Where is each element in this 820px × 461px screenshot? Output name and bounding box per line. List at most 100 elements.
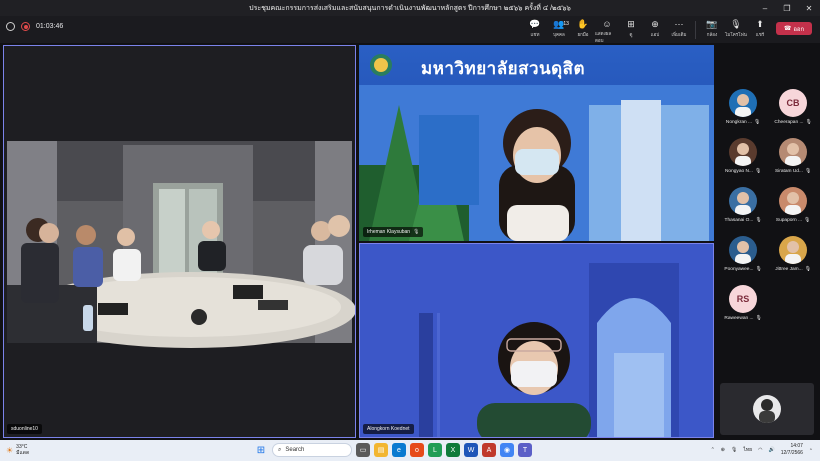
mic-button[interactable]: 🎙 ไมโครโฟน bbox=[724, 19, 748, 41]
participant-thumbnail-name: Jittree Jam... bbox=[775, 267, 803, 272]
people-icon: 👥 13 bbox=[553, 19, 569, 29]
share-icon: ⬆ bbox=[756, 19, 764, 29]
task-view-icon[interactable]: ▭ bbox=[356, 443, 370, 457]
line-icon[interactable]: L bbox=[428, 443, 442, 457]
raise-hand-icon: ✋ bbox=[577, 19, 589, 29]
participant-thumbnail-name: Supaporn ... bbox=[775, 218, 803, 223]
share-button[interactable]: ⬆ แชร์ bbox=[748, 19, 772, 41]
leave-button[interactable]: ☎ ออก bbox=[776, 22, 812, 35]
toolbar-separator bbox=[695, 21, 696, 39]
participant-avatar: CB bbox=[779, 89, 807, 117]
more-icon: ⋯ bbox=[674, 19, 684, 29]
participant-avatar bbox=[729, 89, 757, 117]
system-tray: ⌃ ⊕ 🎙 ไทย ◠ 🔊 14:07 12/7/2566 ◔ bbox=[711, 443, 812, 457]
chrome-icon[interactable]: ◉ bbox=[500, 443, 514, 457]
notification-icon[interactable]: ◔ bbox=[809, 447, 812, 453]
people-button[interactable]: 👥 13 บุคคล bbox=[547, 19, 571, 41]
close-button[interactable]: ✕ bbox=[798, 0, 820, 16]
video-tile-speaker-2[interactable]: Alongkorn Koednet bbox=[359, 243, 714, 438]
window-titlebar: ประชุมคณะกรรมการส่งเสริมและสนับสนุนการดำ… bbox=[0, 0, 820, 16]
participant-name-tag: sduonline10 bbox=[7, 424, 42, 434]
network-icon[interactable]: ⊕ bbox=[721, 447, 725, 453]
participant-thumbnail-label: Supaporn ... 🎙 bbox=[776, 218, 810, 223]
shield-icon[interactable] bbox=[6, 22, 15, 31]
toolbar-button-label: แอป bbox=[650, 32, 660, 37]
clock-time: 14:07 bbox=[790, 443, 803, 449]
meeting-toolbar: 01:03:46 💬 แชท 👥 13 บุคคล ✋ ยกมือ ☺ แสดงผลตอบ ⊞ ดู… bbox=[0, 16, 820, 43]
mic-off-icon: 🎙 bbox=[755, 218, 762, 223]
maximize-button[interactable]: ❐ bbox=[776, 0, 798, 16]
meeting-timer: 01:03:46 bbox=[36, 23, 64, 30]
chevron-up-icon[interactable]: ⌃ bbox=[711, 447, 715, 453]
participant-name: Alongkorn Koednet bbox=[367, 426, 410, 432]
participant-thumbnail[interactable]: Siratam Ud... 🎙 bbox=[768, 138, 818, 186]
participant-thumbnail-name: Nongyao N... bbox=[724, 169, 753, 174]
participant-thumbnail[interactable]: Poonyawee... 🎙 bbox=[718, 236, 768, 284]
video-stage: sduonline10 มหาวิทยาลัยสวนดุสิต Irheman … bbox=[0, 43, 820, 440]
self-view-tile[interactable] bbox=[720, 383, 814, 435]
participant-name: Irheman Klaysuban bbox=[367, 229, 411, 235]
sun-icon: ☀ bbox=[6, 445, 14, 455]
participant-avatar bbox=[729, 138, 757, 166]
apps-button[interactable]: ⊕ แอป bbox=[643, 19, 667, 41]
office-icon[interactable]: o bbox=[410, 443, 424, 457]
participant-avatar bbox=[729, 236, 757, 264]
mic-off-icon: 🎙 bbox=[755, 267, 762, 272]
university-banner: มหาวิทยาลัยสวนดุสิต bbox=[421, 59, 586, 78]
word-icon[interactable]: W bbox=[464, 443, 478, 457]
pdf-icon[interactable]: A bbox=[482, 443, 496, 457]
participant-thumbnail-name: Cheerapan ... bbox=[774, 120, 804, 125]
view-icon: ⊞ bbox=[627, 19, 635, 29]
participant-thumbnail-name: Poonyawee... bbox=[724, 267, 754, 272]
mic-off-icon: 🎙 bbox=[754, 120, 761, 125]
participant-thumbnail-label: Nongkran ... 🎙 bbox=[726, 120, 760, 125]
mic-off-icon: 🎙 bbox=[804, 218, 811, 223]
participant-thumbnail[interactable]: Nongkran ... 🎙 bbox=[718, 89, 768, 137]
participant-thumbnail-label: Poonyawee... 🎙 bbox=[724, 267, 761, 272]
minimize-button[interactable]: – bbox=[754, 0, 776, 16]
recording-icon bbox=[21, 22, 30, 31]
participant-thumbnail[interactable]: CB Cheerapan ... 🎙 bbox=[768, 89, 818, 137]
view-button[interactable]: ⊞ ดู bbox=[619, 19, 643, 41]
toolbar-button-label: ดู bbox=[629, 32, 633, 37]
chat-button[interactable]: 💬 แชท bbox=[523, 19, 547, 41]
leave-label: ออก bbox=[793, 26, 805, 33]
wifi-icon[interactable]: ◠ bbox=[758, 447, 762, 453]
camera-button[interactable]: 📷 กล้อง bbox=[700, 19, 724, 41]
weather-desc: มีแดด bbox=[16, 450, 30, 456]
start-icon[interactable]: ⊞ bbox=[254, 443, 268, 457]
participant-thumbnail[interactable]: Nongyao N... 🎙 bbox=[718, 138, 768, 186]
search-icon: ⌕ bbox=[278, 446, 282, 453]
more-button[interactable]: ⋯ เพิ่มเติม bbox=[667, 19, 691, 41]
video-tile-room[interactable]: sduonline10 bbox=[3, 45, 356, 438]
raise-hand-button[interactable]: ✋ ยกมือ bbox=[571, 19, 595, 41]
toolbar-button-label: แชท bbox=[530, 32, 540, 37]
volume-icon[interactable]: 🔊 bbox=[768, 447, 774, 453]
language-indicator[interactable]: ไทย bbox=[743, 446, 752, 454]
mic-off-icon: 🎙 bbox=[804, 267, 811, 272]
toolbar-button-label: ยกมือ bbox=[577, 32, 589, 37]
search-placeholder: Search bbox=[285, 447, 305, 453]
toolbar-button-label: แชร์ bbox=[755, 32, 765, 37]
participant-thumbnail[interactable]: Jittree Jam... 🎙 bbox=[768, 236, 818, 284]
edge-icon[interactable]: e bbox=[392, 443, 406, 457]
toolbar-button-label: เพิ่มเติม bbox=[671, 32, 687, 37]
clock-date: 12/7/2566 bbox=[780, 450, 803, 456]
search-box[interactable]: ⌕ Search bbox=[272, 443, 352, 457]
excel-icon[interactable]: X bbox=[446, 443, 460, 457]
video-tile-speaker-1[interactable]: มหาวิทยาลัยสวนดุสิต Irheman Klaysuban 🎙 bbox=[359, 45, 714, 241]
taskbar-apps: ⊞ ⌕ Search ▭ ▤ e o L X W A ◉ T bbox=[254, 443, 532, 457]
teams-icon[interactable]: T bbox=[518, 443, 532, 457]
clock[interactable]: 14:07 12/7/2566 bbox=[781, 443, 803, 457]
participant-thumbnail-name: Nongkran ... bbox=[725, 120, 753, 125]
participant-thumbnail[interactable]: Supaporn ... 🎙 bbox=[768, 187, 818, 235]
mic-tray-icon[interactable]: 🎙 bbox=[731, 447, 737, 453]
participant-thumbnail-label: Raweewan ... 🎙 bbox=[724, 316, 761, 321]
file-explorer-icon[interactable]: ▤ bbox=[374, 443, 388, 457]
participant-thumbnail[interactable]: Thasanai O... 🎙 bbox=[718, 187, 768, 235]
participant-thumbnail[interactable]: RS Raweewan ... 🎙 bbox=[718, 285, 768, 333]
mic-off-icon: 🎙 bbox=[754, 169, 762, 174]
participant-thumbnail-label: Jittree Jam... 🎙 bbox=[775, 267, 811, 272]
weather-widget[interactable]: ☀ 33°C มีแดด bbox=[6, 444, 29, 456]
react-button[interactable]: ☺ แสดงผลตอบ bbox=[595, 19, 619, 43]
